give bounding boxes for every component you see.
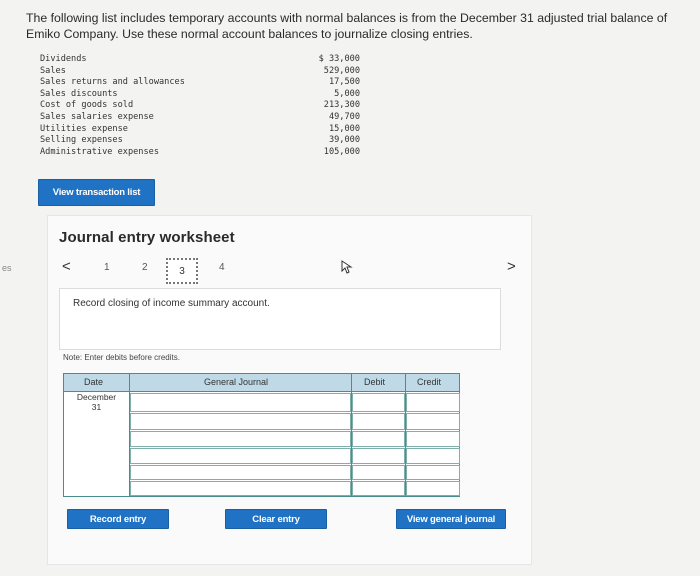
account-amount: 213,300 [323, 100, 360, 111]
account-name: Selling expenses [40, 135, 123, 146]
credit-input[interactable] [406, 413, 460, 430]
account-amount: 105,000 [323, 146, 360, 157]
header-debit: Debit [364, 377, 386, 387]
account-name: Dividends [40, 54, 87, 64]
journal-entry-worksheet: Journal entry worksheet < 1 2 3 4 > Reco… [47, 215, 532, 565]
account-amount: 15,000 [328, 123, 360, 134]
account-amount: 39,000 [328, 135, 360, 146]
account-row: Sales salaries expense 49,700 [40, 112, 360, 124]
debit-input[interactable] [352, 413, 405, 430]
account-amount: 49,700 [328, 111, 360, 122]
credit-input[interactable] [406, 431, 460, 447]
account-balances-list: Dividends $ 33,000 Sales 529,000 Sales ret… [40, 54, 360, 158]
problem-intro: The following list includes temporary ac… [26, 11, 668, 41]
mouse-cursor-icon [341, 260, 353, 274]
account-row: Dividends $ 33,000 [40, 54, 360, 66]
account-row: Sales 529,000 [40, 66, 360, 78]
debit-input[interactable] [352, 448, 405, 464]
journal-account-input[interactable] [130, 448, 351, 464]
header-credit: Credit [417, 377, 442, 387]
account-row: Sales returns and allowances 17,500 [40, 77, 360, 89]
credit-input[interactable] [406, 448, 460, 464]
account-name: Sales returns and allowances [40, 77, 185, 88]
header-general-journal: General Journal [204, 377, 269, 387]
instruction-text: Record closing of income summary account… [73, 298, 270, 309]
debit-input[interactable] [352, 393, 405, 412]
date-cell: December 31 [64, 392, 129, 412]
debit-input[interactable] [352, 465, 405, 480]
account-name: Administrative expenses [40, 146, 159, 157]
journal-table: Date General Journal Debit Credit Decemb… [63, 373, 460, 497]
debit-input[interactable] [352, 481, 405, 496]
credit-input[interactable] [406, 393, 460, 412]
journal-account-input[interactable] [130, 481, 351, 496]
page-1-tab[interactable]: 1 [104, 262, 110, 273]
page-2-tab[interactable]: 2 [142, 262, 148, 273]
journal-account-input[interactable] [130, 465, 351, 480]
header-date: Date [84, 377, 104, 387]
account-row: Utilities expense 15,000 [40, 124, 360, 136]
side-fragment-text: es [2, 263, 12, 273]
view-transaction-list-button[interactable]: View transaction list [38, 179, 155, 206]
chevron-left-icon[interactable]: < [62, 258, 71, 275]
instruction-box: Record closing of income summary account… [59, 288, 501, 350]
account-amount: $ 33,000 [318, 54, 360, 64]
view-general-journal-button[interactable]: View general journal [396, 509, 506, 529]
account-row: Selling expenses 39,000 [40, 135, 360, 147]
account-name: Sales salaries expense [40, 111, 154, 122]
page-3-tab-active[interactable]: 3 [166, 258, 198, 284]
account-amount: 5,000 [334, 88, 360, 99]
account-name: Sales [40, 65, 66, 76]
account-name: Cost of goods sold [40, 100, 134, 111]
account-row: Cost of goods sold 213,300 [40, 100, 360, 112]
worksheet-title: Journal entry worksheet [59, 229, 235, 246]
record-entry-button[interactable]: Record entry [67, 509, 169, 529]
account-row: Administrative expenses 105,000 [40, 147, 360, 159]
worksheet-pager: < 1 2 3 4 > [56, 256, 526, 284]
debit-input[interactable] [352, 431, 405, 447]
journal-account-input[interactable] [130, 413, 351, 430]
account-amount: 17,500 [328, 77, 360, 88]
page-4-tab[interactable]: 4 [219, 262, 225, 273]
account-name: Sales discounts [40, 88, 118, 99]
account-amount: 529,000 [323, 65, 360, 76]
credit-input[interactable] [406, 481, 460, 496]
credit-input[interactable] [406, 465, 460, 480]
date-day: 31 [91, 402, 102, 412]
account-row: Sales discounts 5,000 [40, 89, 360, 101]
date-month: December [76, 392, 117, 402]
entry-note: Note: Enter debits before credits. [63, 353, 180, 362]
journal-account-input[interactable] [130, 431, 351, 447]
journal-table-header: Date General Journal Debit Credit [64, 374, 459, 392]
clear-entry-button[interactable]: Clear entry [225, 509, 327, 529]
chevron-right-icon[interactable]: > [507, 258, 516, 275]
account-name: Utilities expense [40, 123, 128, 134]
journal-account-input[interactable] [130, 393, 351, 412]
